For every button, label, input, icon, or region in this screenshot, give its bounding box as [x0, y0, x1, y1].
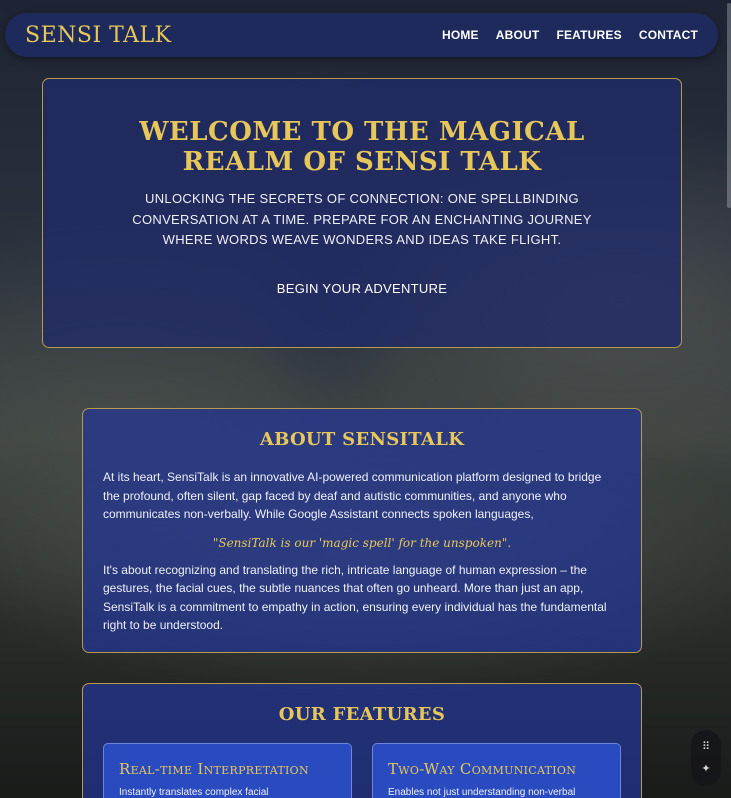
features-section: OUR FEATURES Real-time Interpretation In…	[82, 683, 642, 798]
brand-logo[interactable]: SENSI TALK	[25, 23, 172, 48]
drag-handle-icon[interactable]: ⠿	[702, 741, 710, 753]
nav-link-home[interactable]: HOME	[442, 28, 479, 42]
nav-link-contact[interactable]: CONTACT	[639, 28, 698, 42]
sparkle-icon[interactable]: ✦	[701, 763, 710, 775]
feature-card-realtime-interpretation: Real-time Interpretation Instantly trans…	[103, 743, 352, 798]
about-quote: "SensiTalk is our 'magic spell' for the …	[212, 535, 512, 550]
about-paragraph-2: It's about recognizing and translating t…	[103, 562, 607, 633]
about-section: ABOUT SENSITALK At its heart, SensiTalk …	[82, 408, 642, 653]
feature-card-title: Real-time Interpretation	[119, 760, 309, 778]
feature-card-desc: Enables not just understanding non-verba…	[388, 787, 576, 798]
hero-section: WELCOME TO THE MAGICAL REALM OF SENSI TA…	[42, 78, 682, 348]
feature-card-desc: Instantly translates complex facial	[119, 787, 269, 798]
nav-links: HOME ABOUT FEATURES CONTACT	[442, 28, 698, 42]
nav-link-features[interactable]: FEATURES	[556, 28, 621, 42]
hero-title: WELCOME TO THE MAGICAL REALM OF SENSI TA…	[139, 117, 585, 177]
feature-cards: Real-time Interpretation Instantly trans…	[103, 743, 621, 798]
hero-subtitle: UNLOCKING THE SECRETS OF CONNECTION: ONE…	[132, 191, 592, 247]
about-title: ABOUT SENSITALK	[259, 429, 465, 450]
navbar: SENSI TALK HOME ABOUT FEATURES CONTACT	[5, 13, 718, 57]
begin-adventure-button[interactable]: BEGIN YOUR ADVENTURE	[277, 281, 447, 296]
floating-widget: ⠿ ✦	[691, 730, 721, 786]
feature-card-two-way-communication: Two-Way Communication Enables not just u…	[372, 743, 621, 798]
page-scrollbar[interactable]	[727, 3, 731, 208]
about-paragraph-1: At its heart, SensiTalk is an innovative…	[103, 470, 602, 521]
feature-card-title: Two-Way Communication	[388, 760, 577, 778]
nav-link-about[interactable]: ABOUT	[496, 28, 540, 42]
features-title: OUR FEATURES	[278, 704, 446, 725]
